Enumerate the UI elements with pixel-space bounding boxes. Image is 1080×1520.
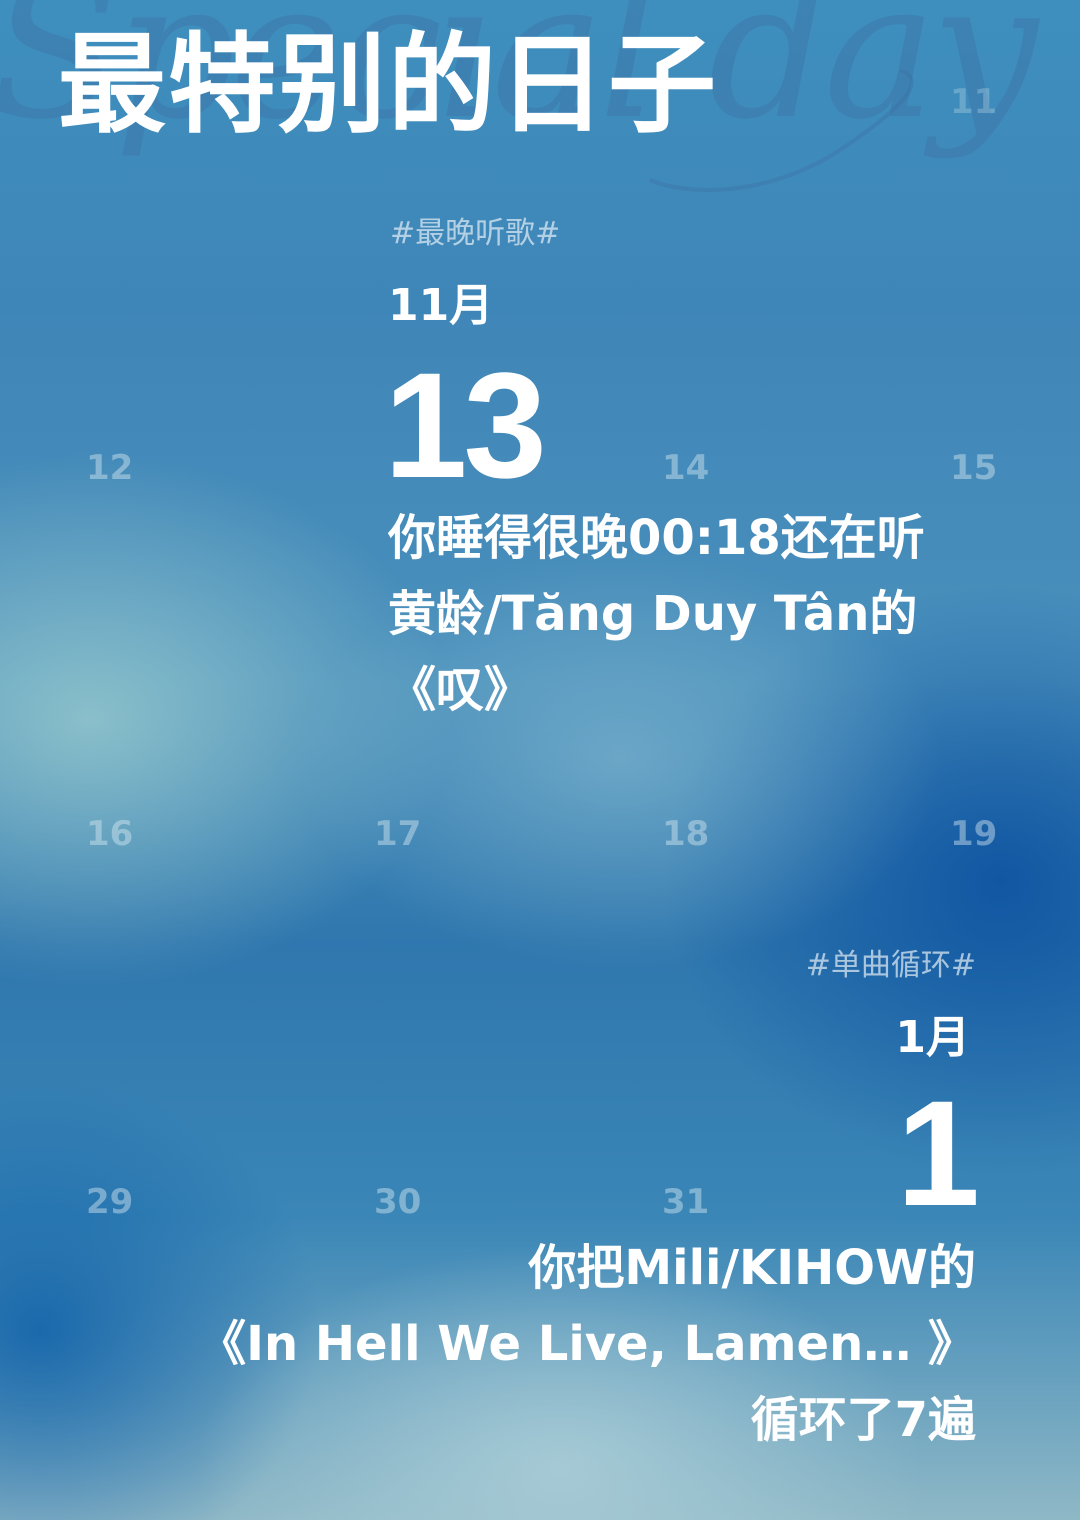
card-day: 1 (896, 1069, 980, 1237)
card-description-line: 《In Hell We Live, Lamen… 》 (198, 1316, 976, 1372)
card-description: 你睡得很晚00:18还在听 黄龄/Tăng Duy Tân的 《叹》 (388, 500, 925, 728)
card-description-line: 你把Mili/KIHOW的 (528, 1240, 976, 1296)
calendar-day-30: 30 (374, 1182, 422, 1222)
page-title: 最特别的日子 (58, 23, 719, 148)
card-description-line: 黄龄/Tăng Duy Tân的 (388, 586, 918, 642)
card-description: 你把Mili/KIHOW的 《In Hell We Live, Lamen… 》… (198, 1230, 976, 1458)
card-tag: #单曲循环# (805, 948, 976, 983)
calendar-day-12: 12 (86, 448, 134, 488)
card-tag: #最晚听歌# (390, 216, 561, 251)
card-description-line: 《叹》 (388, 662, 533, 718)
calendar-day-18: 18 (662, 814, 710, 854)
calendar-day-15: 15 (950, 448, 998, 488)
card-month: 11月 (388, 280, 494, 331)
calendar-day-14: 14 (662, 448, 710, 488)
card-description-line: 你睡得很晚00:18还在听 (388, 510, 925, 566)
calendar-day-17: 17 (374, 814, 422, 854)
calendar-day-16: 16 (86, 814, 134, 854)
card-description-line: 循环了7遍 (750, 1392, 976, 1448)
calendar-day-29: 29 (86, 1182, 134, 1222)
calendar-day-19: 19 (950, 814, 998, 854)
calendar-day-11: 11 (950, 82, 998, 122)
card-day: 13 (384, 341, 547, 509)
card-month: 1月 (895, 1012, 970, 1063)
calendar-day-31: 31 (662, 1182, 710, 1222)
